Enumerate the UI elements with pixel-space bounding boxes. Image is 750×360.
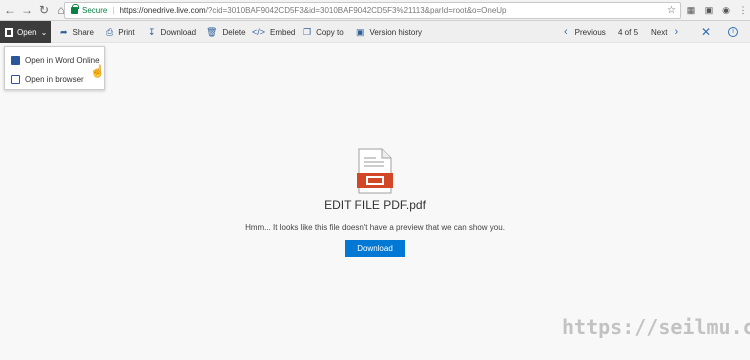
print-icon: ⎙ — [106, 26, 114, 37]
menu-item-label: Open in Word Online — [25, 55, 100, 65]
word-browser-icon — [11, 74, 20, 84]
previous-label: Previous — [574, 27, 606, 37]
info-button[interactable]: i — [728, 21, 738, 43]
url-host: https://onedrive.live.com — [119, 6, 206, 15]
download-icon: ↧ — [148, 26, 156, 37]
download-file-button[interactable]: Download — [345, 240, 405, 257]
lock-icon — [71, 4, 79, 14]
print-button[interactable]: ⎙ Print — [106, 21, 135, 43]
pdf-file-icon — [357, 148, 393, 194]
no-preview-message: Hmm... It looks like this file doesn't h… — [245, 223, 505, 232]
page-position: 4 of 5 — [618, 21, 638, 43]
address-bar[interactable]: Secure | https://onedrive.live.com/?cid=… — [64, 2, 681, 19]
share-label: Share — [72, 27, 94, 37]
info-icon: i — [728, 27, 738, 37]
delete-button[interactable]: 🗑 Delete — [206, 21, 246, 43]
open-button[interactable]: Open ⌄ — [0, 21, 51, 43]
menu-item-label: Open in browser — [25, 74, 84, 84]
version-history-label: Version history — [369, 27, 422, 37]
share-icon: ➦ — [60, 26, 68, 37]
command-bar: Open ⌄ ➦ Share ⎙ Print ↧ Download 🗑 Dele… — [0, 21, 750, 43]
page-position-label: 4 of 5 — [618, 27, 639, 37]
bookmark-star-icon[interactable]: ☆ — [667, 5, 676, 16]
close-button[interactable]: ✕ — [701, 21, 711, 43]
delete-label: Delete — [222, 27, 246, 37]
open-label: Open — [17, 27, 37, 37]
history-icon: ▣ — [356, 26, 365, 37]
extension-icon[interactable]: ◉ — [719, 3, 733, 17]
embed-icon: </> — [252, 27, 266, 37]
copy-label: Copy to — [316, 27, 344, 37]
next-label: Next — [651, 27, 668, 37]
extension-icon[interactable]: ▦ — [684, 3, 698, 17]
share-button[interactable]: ➦ Share — [60, 21, 94, 43]
download-label: Download — [160, 27, 197, 37]
close-icon: ✕ — [701, 25, 712, 39]
version-history-button[interactable]: ▣ Version history — [356, 21, 422, 43]
watermark: https://seilmu.com — [562, 315, 750, 339]
url-path: /?cid=3010BAF9042CD5F3&id=3010BAF9042CD5… — [205, 6, 507, 15]
secure-label: Secure — [82, 6, 108, 15]
next-button[interactable]: Next › — [651, 21, 678, 43]
forward-icon[interactable]: → — [20, 3, 34, 17]
reload-icon[interactable]: ↻ — [37, 3, 51, 17]
chevron-down-icon: ⌄ — [40, 27, 48, 37]
open-icon — [5, 27, 13, 37]
chevron-left-icon: ‹ — [564, 26, 568, 38]
back-icon[interactable]: ← — [3, 3, 17, 17]
download-button[interactable]: ↧ Download — [148, 21, 196, 43]
previous-button[interactable]: ‹ Previous — [564, 21, 606, 43]
print-label: Print — [118, 27, 135, 37]
word-icon — [11, 55, 20, 65]
embed-label: Embed — [270, 27, 296, 37]
trash-icon: 🗑 — [206, 26, 218, 37]
extension-icon[interactable]: ▣ — [702, 3, 716, 17]
copy-to-button[interactable]: ❐ Copy to — [303, 21, 344, 43]
embed-button[interactable]: </> Embed — [252, 21, 295, 43]
file-name: EDIT FILE PDF.pdf — [324, 198, 426, 212]
omnibox-divider: | — [112, 6, 115, 15]
menu-icon[interactable]: ⋮ — [736, 3, 750, 17]
hand-cursor-icon: ☝ — [90, 64, 105, 78]
copy-icon: ❐ — [303, 26, 312, 37]
chevron-right-icon: › — [674, 26, 679, 38]
